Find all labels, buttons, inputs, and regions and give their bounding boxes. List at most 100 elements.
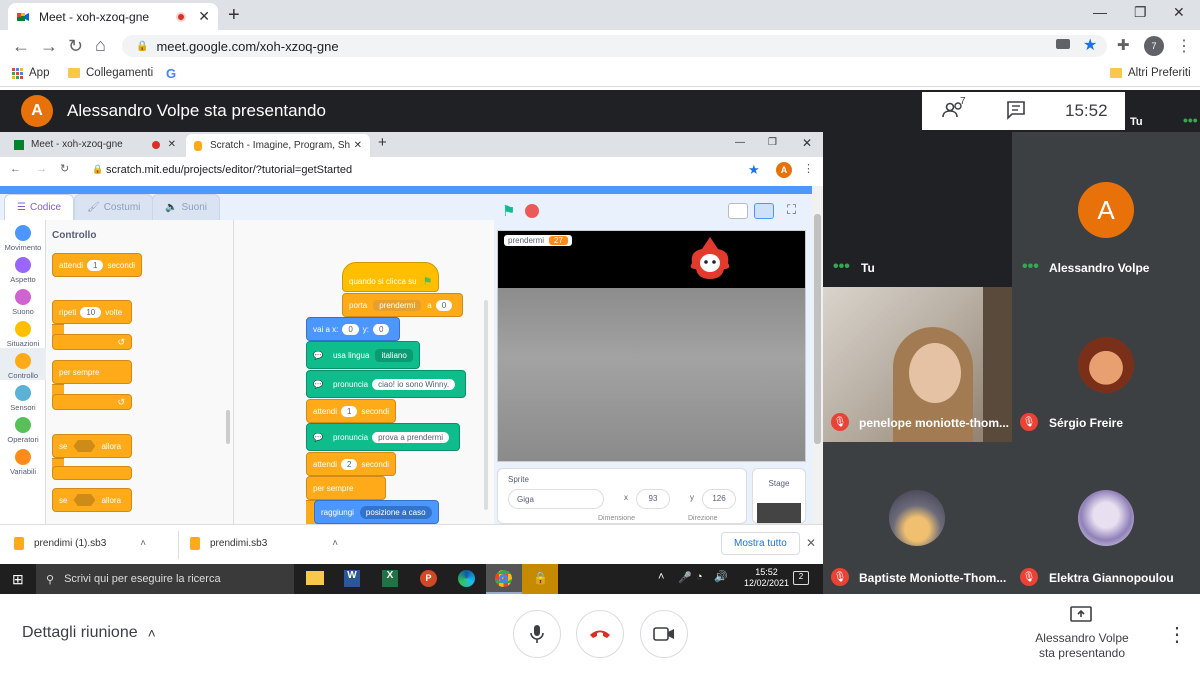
microphone-button[interactable] [513,610,561,658]
reload-icon[interactable]: ↻ [60,162,69,175]
minimize-button[interactable]: — [735,137,745,148]
category-motion[interactable]: Movimento [0,220,46,252]
sprite-name-field[interactable]: Giga [508,489,604,509]
home-icon[interactable]: ⌂ [95,35,106,56]
category-looks[interactable]: Aspetto [0,252,46,284]
volume-icon[interactable]: 🔊 [714,570,728,583]
bookmark-links[interactable]: Collegamenti [68,67,153,79]
close-window-button[interactable]: ✕ [1173,4,1185,21]
category-events[interactable]: Situazioni [0,316,46,348]
back-icon[interactable]: ← [10,163,21,175]
download-item-2[interactable]: prendimi.sb3 ˄ [190,537,338,550]
more-options-icon[interactable]: ⋮ [1167,622,1187,647]
edge-icon[interactable] [458,570,475,587]
block-set-language[interactable]: 💬 usa lingua italiano [306,341,420,369]
new-tab-button[interactable]: + [228,4,240,27]
bookmark-star-icon[interactable]: ★ [1083,35,1097,55]
chevron-up-icon[interactable]: ˄ [140,538,146,549]
block-speak-1[interactable]: 💬 pronuncia ciao! io sono Winny. [306,370,467,398]
browser-tab-meet[interactable]: Meet - xoh-xzoq-gne ✕ [8,3,218,30]
category-sensing[interactable]: Sensori [0,380,46,412]
block-wait-1[interactable]: attendi 1 secondi [306,399,397,423]
block-repeat[interactable]: ripeti 10 volte [52,300,132,324]
close-tab-icon[interactable]: ✕ [354,140,362,151]
powerpoint-icon[interactable]: P [420,570,437,587]
minimize-button[interactable]: — [1093,4,1107,20]
microphone-tray-icon[interactable]: 🎤 [678,571,692,584]
tab-sounds[interactable]: 🔈 Suoni [152,194,221,220]
normal-stage-icon[interactable] [754,203,774,219]
file-explorer-icon[interactable] [306,571,324,585]
green-flag-icon[interactable]: ⚑ [502,202,515,220]
taskbar-search[interactable]: ⚲ Scrivi qui per eseguire la ricerca [36,564,294,594]
page-scrollbar[interactable] [812,186,823,524]
block-forever-script[interactable]: per sempre [306,476,386,500]
block-wait-2[interactable]: attendi 2 secondi [306,452,397,476]
close-tab-icon[interactable]: ✕ [168,139,176,150]
category-variables[interactable]: Variabili [0,444,46,476]
restore-button[interactable]: ❐ [1134,4,1147,21]
close-window-button[interactable]: ✕ [802,136,812,150]
small-stage-icon[interactable] [728,203,748,219]
google-icon[interactable]: G [166,66,176,81]
block-wait[interactable]: attendi 1 secondi [52,253,143,277]
block-glide-random[interactable]: raggiungi posizione a caso [314,500,439,524]
chat-button[interactable] [1006,100,1026,125]
sprite-x-field[interactable]: 93 [636,489,670,509]
excel-icon[interactable]: X [382,570,398,587]
tab-costumes[interactable]: 🖌 Costumi [74,194,154,220]
omnibox[interactable]: 🔒 meet.google.com/xoh-xzoq-gne [122,35,1107,57]
reload-icon[interactable]: ↻ [68,36,83,57]
download-item-1[interactable]: prendimi (1).sb3 ˄ [14,537,146,550]
close-tab-icon[interactable]: ✕ [198,8,210,25]
block-go-to-xy[interactable]: vai a x: 0 y: 0 [306,317,401,341]
notification-icon[interactable]: 2 [793,571,809,585]
present-screen-icon[interactable] [1070,606,1092,629]
fullscreen-icon[interactable]: ⛶ [787,202,796,218]
new-tab-button[interactable]: + [378,134,387,151]
stop-icon[interactable] [525,204,539,218]
bookmark-apps[interactable]: App [12,67,49,79]
bookmark-other[interactable]: Altri Preferiti [1110,67,1191,79]
forward-icon[interactable]: → [40,36,58,57]
forward-icon[interactable]: → [36,163,47,175]
leave-call-button[interactable] [576,610,624,658]
taskbar-clock[interactable]: 15:52 12/02/2021 [744,567,789,589]
block-if-then[interactable]: se allora [52,434,132,458]
close-icon[interactable]: ✕ [806,536,816,550]
extensions-icon[interactable]: ✚ [1117,36,1130,54]
tab-code[interactable]: ☰ Codice [4,194,75,220]
back-icon[interactable]: ← [12,36,30,57]
browser-menu-icon[interactable]: ⋮ [803,162,814,175]
block-when-flag-clicked[interactable]: quando si clicca su ⚑ [342,262,440,292]
block-forever[interactable]: per sempre [52,360,132,384]
sprite-character-icon[interactable] [688,235,732,283]
category-sound[interactable]: Suono [0,284,46,316]
block-if-then-2[interactable]: se allora [52,488,132,512]
chevron-up-icon[interactable]: ˄ [332,538,338,549]
show-all-button[interactable]: Mostra tutto [721,532,800,555]
camera-in-use-icon[interactable] [1056,39,1070,49]
meeting-details-button[interactable]: Dettagli riunione ˄ [22,624,156,642]
restore-button[interactable]: ❐ [768,137,777,148]
sprite-y-field[interactable]: 126 [702,489,736,509]
browser-menu-icon[interactable]: ⋮ [1176,36,1192,56]
windows-start-icon[interactable]: ⊞ [12,571,24,588]
shared-tab-meet[interactable]: Meet - xoh-xzoq-gne ✕ [6,132,184,157]
chevron-up-icon[interactable]: ˄ [658,571,664,583]
workspace-scrollbar[interactable] [484,300,488,510]
bookmark-star-icon[interactable]: ★ [748,162,760,178]
profile-avatar[interactable]: A [776,162,792,178]
camera-button[interactable] [640,610,688,658]
wifi-icon[interactable]: ◔ [696,571,703,583]
stage-canvas[interactable]: prendermi 27 [497,230,806,462]
stage-selector[interactable]: Stage [752,468,806,524]
profile-avatar[interactable]: 7 [1144,36,1164,56]
category-operators[interactable]: Operatori [0,412,46,444]
category-control[interactable]: Controllo [0,348,46,380]
palette-scrollbar[interactable] [226,410,230,444]
word-icon[interactable]: W [344,570,360,587]
shared-tab-scratch[interactable]: Scratch - Imagine, Program, Shar ✕ [186,134,370,157]
more-options-icon[interactable]: ••• [1183,112,1198,128]
block-speak-2[interactable]: 💬 pronuncia prova a prendermi [306,423,461,451]
